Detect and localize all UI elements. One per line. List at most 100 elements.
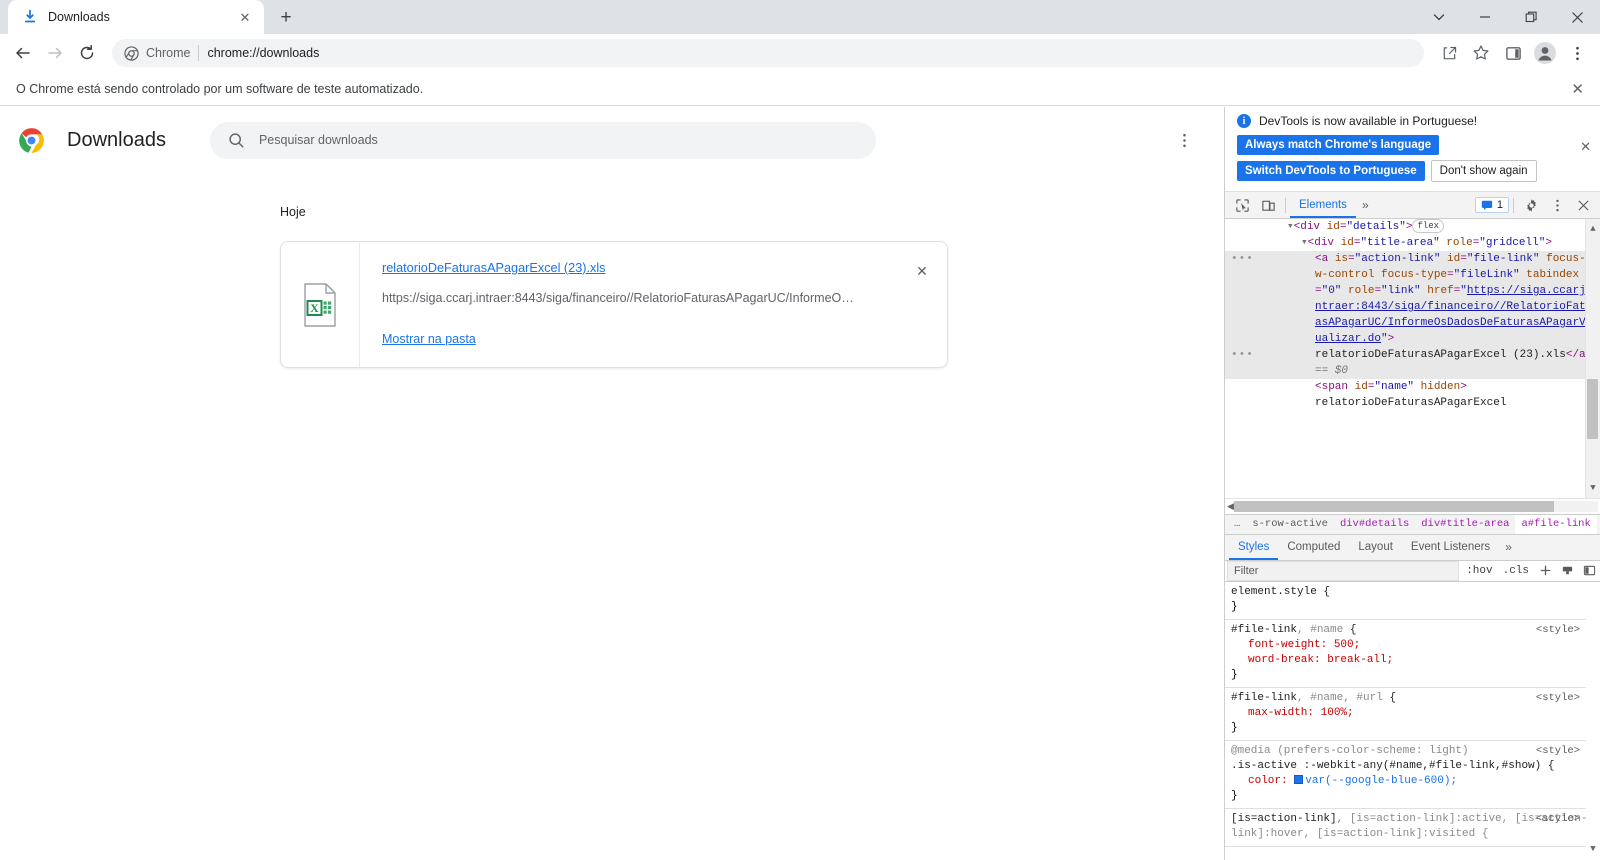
new-tab-button[interactable]: +	[272, 3, 300, 31]
download-remove-button[interactable]: ✕	[911, 260, 933, 282]
devtools-menu-icon[interactable]	[1544, 192, 1570, 218]
banner-message: DevTools is now available in Portuguese!	[1259, 114, 1478, 128]
gear-icon[interactable]	[1518, 192, 1544, 218]
infobar-close-button[interactable]: ✕	[1571, 80, 1584, 98]
elements-tree-line[interactable]: ••• relatorioDeFaturasAPagarExcel (23).xl…	[1225, 347, 1600, 379]
breadcrumb-item[interactable]: div#details	[1334, 515, 1415, 534]
breadcrumb-item[interactable]: s-row-active	[1246, 515, 1334, 534]
profile-avatar[interactable]	[1530, 38, 1560, 68]
breadcrumb-item[interactable]: div#title-area	[1415, 515, 1515, 534]
breadcrumb[interactable]: … s-row-active div#details div#title-area a#…	[1225, 513, 1600, 534]
tab-layout[interactable]: Layout	[1349, 535, 1402, 560]
style-rule[interactable]: <style> #file-link, #name, #url {max-widt…	[1225, 688, 1600, 741]
banner-close-button[interactable]: ✕	[1580, 139, 1591, 155]
elements-tree[interactable]: ▾<div id="details"> flex ▾<div id="title-a…	[1225, 219, 1600, 498]
side-panel-icon[interactable]	[1498, 38, 1528, 68]
token-tag: >	[1387, 333, 1395, 345]
chrome-icon	[124, 45, 139, 61]
inspect-element-icon[interactable]	[1229, 192, 1255, 218]
style-rule[interactable]: <style> #file-link, #name {font-weight: 5…	[1225, 620, 1600, 688]
styles-scroll-down-arrow[interactable]: ▼	[1590, 842, 1595, 857]
tab-elements[interactable]: Elements	[1290, 192, 1356, 218]
style-rule[interactable]: element.style {}	[1225, 582, 1600, 620]
styles-pane[interactable]: element.style {} <style> #file-link, #name…	[1225, 581, 1600, 860]
declaration-value[interactable]: break-all;	[1327, 654, 1393, 666]
token-tag: >	[1460, 381, 1467, 393]
style-rule-origin[interactable]: <style>	[1536, 623, 1580, 638]
search-input[interactable]: Pesquisar downloads	[209, 121, 876, 159]
style-rule-selector[interactable]: .is-active :-webkit-any(#name,#file-link…	[1231, 759, 1594, 774]
elements-tree-scrollbar[interactable]: ▲ ▼	[1585, 219, 1600, 498]
token-tag: >	[1545, 237, 1552, 249]
elements-tree-line[interactable]: ▾<div id="details"> flex	[1225, 219, 1600, 235]
breadcrumb-item[interactable]: a#file-link	[1515, 514, 1597, 534]
style-rule-selector[interactable]: element.style {	[1231, 585, 1594, 600]
browser-tab-downloads[interactable]: Downloads ✕	[8, 0, 264, 34]
scroll-down-arrow[interactable]: ▼	[1590, 480, 1595, 496]
close-window-button[interactable]	[1554, 0, 1600, 34]
elements-tree-line[interactable]: ▾<div id="title-area" role="gridcell">	[1225, 235, 1600, 251]
tabbar-overflow-icon[interactable]: »	[1356, 198, 1375, 212]
elements-tree-hscrollbar[interactable]: ◀	[1225, 497, 1600, 514]
toggle-sidebar-icon[interactable]	[1578, 561, 1600, 581]
show-in-folder-link[interactable]: Mostrar na pasta	[382, 332, 476, 346]
hscroll-track[interactable]	[1233, 500, 1598, 512]
style-declaration[interactable]: word-break: break-all;	[1231, 653, 1594, 668]
styles-filter-input[interactable]: Filter	[1227, 560, 1460, 581]
switch-to-portuguese-button[interactable]: Switch DevTools to Portuguese	[1237, 161, 1425, 181]
new-style-rule-button[interactable]	[1534, 561, 1556, 581]
token-attr: is	[1334, 253, 1349, 265]
tab-event-listeners[interactable]: Event Listeners	[1402, 535, 1499, 560]
scroll-up-arrow[interactable]: ▲	[1590, 221, 1595, 237]
styles-tabbar-overflow-icon[interactable]: »	[1499, 540, 1518, 554]
token-val: "fileLink"	[1453, 269, 1520, 281]
style-declaration[interactable]: font-weight: 500;	[1231, 638, 1594, 653]
maximize-button[interactable]	[1508, 0, 1554, 34]
devtools-close-icon[interactable]	[1570, 192, 1596, 218]
elements-tree-line[interactable]: <span id="name" hidden>	[1225, 379, 1600, 395]
downloads-more-menu-button[interactable]	[1170, 126, 1198, 154]
style-declaration[interactable]: color: var(--google-blue-600);	[1231, 774, 1594, 789]
breadcrumb-overflow[interactable]: …	[1229, 518, 1246, 530]
tab-search-button[interactable]	[1416, 0, 1462, 34]
always-match-language-button[interactable]: Always match Chrome's language	[1237, 135, 1440, 155]
tab-styles[interactable]: Styles	[1229, 535, 1278, 560]
share-icon[interactable]	[1434, 38, 1464, 68]
hov-toggle[interactable]: :hov	[1461, 565, 1497, 577]
tab-close-button[interactable]: ✕	[236, 8, 254, 26]
computed-styles-sidebar-icon[interactable]	[1556, 561, 1578, 581]
dont-show-again-button[interactable]: Don't show again	[1430, 160, 1537, 182]
elements-tree-line[interactable]: relatorioDeFaturasAPagarExcel	[1225, 395, 1600, 411]
issues-counter-chip[interactable]: 1	[1474, 197, 1509, 213]
back-button[interactable]	[8, 38, 38, 68]
style-declaration[interactable]: max-width: 100%;	[1231, 706, 1594, 721]
color-swatch[interactable]	[1294, 774, 1304, 784]
tab-computed[interactable]: Computed	[1278, 535, 1349, 560]
omnibox[interactable]: Chrome chrome://downloads	[112, 39, 1424, 67]
cls-toggle[interactable]: .cls	[1498, 565, 1534, 577]
hscroll-left-arrow[interactable]: ◀	[1227, 501, 1234, 512]
declaration-value[interactable]: 100%;	[1321, 707, 1354, 719]
browser-menu-button[interactable]	[1562, 38, 1592, 68]
device-toolbar-icon[interactable]	[1255, 192, 1281, 218]
download-item-card[interactable]: X relatorioDeFaturasAPagarExcel (23).xls…	[280, 241, 948, 368]
reload-button[interactable]	[72, 38, 102, 68]
style-rule-origin[interactable]: <style>	[1536, 812, 1580, 827]
automation-infobar: O Chrome está sendo controlado por um so…	[0, 72, 1600, 106]
minimize-button[interactable]	[1462, 0, 1508, 34]
bookmark-star-icon[interactable]	[1466, 38, 1496, 68]
forward-button[interactable]	[40, 38, 70, 68]
download-icon-column: X	[281, 242, 360, 367]
styles-pane-scrollbar[interactable]: ▼	[1586, 581, 1600, 860]
elements-tree-scroll-thumb[interactable]	[1587, 379, 1598, 439]
download-file-link[interactable]: relatorioDeFaturasAPagarExcel (23).xls	[382, 261, 606, 275]
style-rule[interactable]: <style> @media (prefers-color-scheme: lig…	[1225, 741, 1600, 809]
elements-tree-line[interactable]: ••• <a is="action-link" id="file-link" fo…	[1225, 251, 1600, 347]
declaration-value[interactable]: var(--google-blue-600);	[1305, 775, 1457, 787]
style-rule-origin[interactable]: <style>	[1536, 691, 1580, 706]
style-rule-origin[interactable]: <style>	[1536, 744, 1580, 759]
hscroll-thumb[interactable]	[1233, 500, 1555, 512]
style-rule[interactable]: <style> [is=action-link], [is=action-link…	[1225, 809, 1600, 847]
omnibox-url[interactable]: chrome://downloads	[207, 46, 319, 60]
declaration-value[interactable]: 500;	[1334, 639, 1360, 651]
